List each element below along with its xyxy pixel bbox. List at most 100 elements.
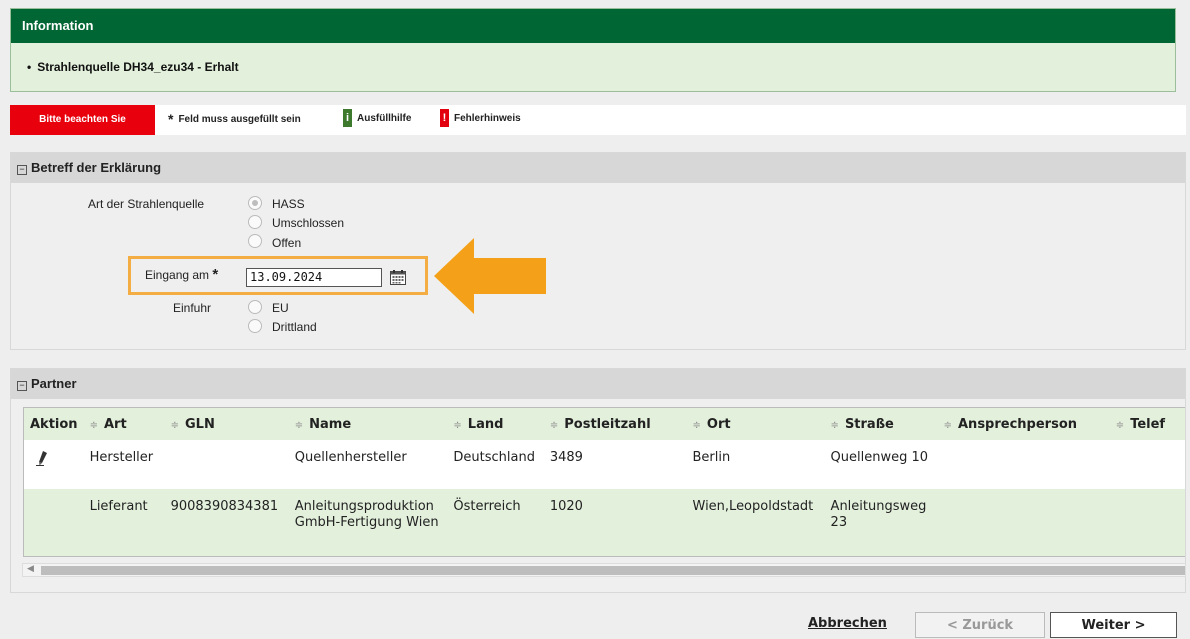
bullet: •: [27, 60, 32, 74]
eingang-label-text: Eingang am: [145, 268, 210, 282]
art-strahlenquelle-label: Art der Strahlenquelle: [88, 197, 205, 211]
section-betreff: − Betreff der Erklärung: [10, 152, 1186, 350]
cell-telefon: [1109, 489, 1185, 556]
radio-drittland[interactable]: [248, 319, 262, 333]
cell-gln: 9008390834381: [164, 489, 289, 556]
column-header-label: Ort: [706, 416, 731, 432]
column-header-label: Postleitzahl: [564, 416, 651, 432]
column-header-ansprechperson[interactable]: ≑ Ansprechperson: [937, 408, 1110, 440]
sort-icon[interactable]: ≑: [944, 420, 952, 431]
cell-name: Quellenhersteller: [288, 440, 448, 489]
column-header-telefon[interactable]: ≑ Telef: [1109, 408, 1185, 440]
calendar-icon[interactable]: [390, 270, 406, 285]
sort-icon[interactable]: ≑: [295, 420, 303, 431]
scrollbar-thumb[interactable]: [41, 566, 1185, 575]
collapse-icon[interactable]: −: [17, 381, 27, 391]
cell-plz: 1020: [543, 489, 687, 556]
table-row[interactable]: Lieferant 9008390834381 Anleitungsproduk…: [24, 489, 1185, 556]
sort-icon[interactable]: ≑: [171, 420, 179, 431]
table-row[interactable]: Hersteller Quellenhersteller Deutschland…: [24, 440, 1185, 489]
radio-drittland-label: Drittland: [272, 320, 317, 334]
info-icon: i: [343, 109, 352, 128]
information-message: • Strahlenquelle DH34_ezu34 - Erhalt: [11, 43, 1175, 74]
radio-umschlossen[interactable]: [248, 215, 262, 229]
section-partner-title: Partner: [31, 376, 77, 391]
required-star-icon: *: [212, 266, 219, 283]
legend-help: i Ausfüllhilfe: [343, 105, 411, 135]
cell-aktion: [24, 489, 84, 556]
radio-eu[interactable]: [248, 300, 262, 314]
information-title: Information: [11, 9, 1175, 43]
radio-offen-label: Offen: [272, 236, 302, 250]
sort-icon[interactable]: ≑: [831, 420, 839, 431]
cell-ansprechperson: [937, 440, 1110, 489]
cell-ansprechperson: [937, 489, 1110, 556]
sort-icon[interactable]: ≑: [693, 420, 701, 431]
column-header-gln[interactable]: ≑ GLN: [164, 408, 289, 440]
radio-offen[interactable]: [248, 234, 262, 248]
next-button[interactable]: Weiter >: [1050, 612, 1177, 638]
table-header-row: Aktion ≑ Art ≑ GLN ≑ Name ≑ Land ≑ Postleitza…: [24, 408, 1185, 440]
scroll-left-icon[interactable]: ◀: [27, 563, 34, 574]
eingang-label: Eingang am *: [145, 266, 218, 283]
eingang-date-input[interactable]: 13.09.2024: [246, 268, 382, 287]
column-header-aktion[interactable]: Aktion: [24, 408, 84, 440]
einfuhr-label: Einfuhr: [173, 301, 212, 315]
collapse-icon[interactable]: −: [17, 165, 27, 175]
partner-table: Aktion ≑ Art ≑ GLN ≑ Name ≑ Land ≑ Postleitza…: [24, 408, 1185, 556]
sort-icon[interactable]: ≑: [90, 420, 98, 431]
legend-error-text: Fehlerhinweis: [454, 113, 521, 124]
column-header-label: Art: [103, 416, 127, 432]
cell-telefon: [1109, 440, 1185, 489]
cell-land: Deutschland: [447, 440, 544, 489]
information-panel: Information • Strahlenquelle DH34_ezu34 -…: [10, 8, 1176, 92]
back-button[interactable]: < Zurück: [915, 612, 1045, 638]
legend-help-text: Ausfüllhilfe: [357, 113, 412, 124]
cell-plz: 3489: [543, 440, 687, 489]
cell-ort: Berlin: [686, 440, 825, 489]
sort-icon[interactable]: ≑: [453, 420, 461, 431]
legend-required-text: Feld muss ausgefüllt sein: [178, 114, 301, 125]
column-header-ort[interactable]: ≑ Ort: [686, 408, 825, 440]
section-betreff-title: Betreff der Erklärung: [31, 160, 162, 175]
cell-strasse: Quellenweg 10: [824, 440, 938, 489]
cell-art: Hersteller: [83, 440, 165, 489]
legend-bar: Bitte beachten Sie * Feld muss ausgefüllt…: [10, 105, 1186, 135]
column-header-label: GLN: [184, 416, 215, 432]
column-header-label: Name: [309, 416, 352, 432]
cell-name: Anleitungsproduktion GmbH-Fertigung Wien: [288, 489, 448, 556]
cell-ort: Wien,Leopoldstadt: [686, 489, 825, 556]
column-header-postleitzahl[interactable]: ≑ Postleitzahl: [543, 408, 687, 440]
section-betreff-header[interactable]: − Betreff der Erklärung: [11, 153, 1185, 183]
edit-pen-icon[interactable]: [34, 450, 50, 466]
column-header-strasse[interactable]: ≑ Straße: [824, 408, 938, 440]
horizontal-scrollbar[interactable]: ◀: [22, 563, 1186, 577]
column-header-label: Telef: [1130, 416, 1166, 432]
partner-table-container: Aktion ≑ Art ≑ GLN ≑ Name ≑ Land ≑ Postleitza…: [23, 407, 1185, 557]
column-header-label: Land: [467, 416, 504, 432]
cell-art: Lieferant: [83, 489, 165, 556]
column-header-label: Ansprechperson: [958, 416, 1078, 432]
section-partner-header[interactable]: − Partner: [11, 369, 1185, 399]
radio-hass[interactable]: [248, 196, 262, 210]
cell-strasse: Anleitungsweg 23: [824, 489, 938, 556]
information-message-text: Strahlenquelle DH34_ezu34 - Erhalt: [37, 60, 239, 74]
cell-gln: [164, 440, 289, 489]
legend-required: * Feld muss ausgefüllt sein: [168, 105, 301, 135]
column-header-land[interactable]: ≑ Land: [447, 408, 544, 440]
legend-note-badge: Bitte beachten Sie: [10, 105, 155, 135]
column-header-label: Straße: [844, 416, 894, 432]
radio-eu-label: EU: [272, 301, 289, 315]
column-header-name[interactable]: ≑ Name: [288, 408, 448, 440]
radio-hass-label: HASS: [272, 197, 305, 211]
legend-error: ! Fehlerhinweis: [440, 105, 521, 135]
sort-icon[interactable]: ≑: [1116, 420, 1124, 431]
cancel-button[interactable]: Abbrechen: [808, 616, 887, 631]
cell-land: Österreich: [447, 489, 544, 556]
cell-aktion[interactable]: [24, 440, 84, 489]
radio-umschlossen-label: Umschlossen: [272, 216, 345, 230]
sort-icon[interactable]: ≑: [550, 420, 558, 431]
column-header-art[interactable]: ≑ Art: [83, 408, 165, 440]
section-partner: − Partner Aktion ≑ Art ≑ GLN ≑ Name ≑ Land ≑ P…: [10, 368, 1186, 593]
required-star-icon: *: [168, 111, 174, 127]
